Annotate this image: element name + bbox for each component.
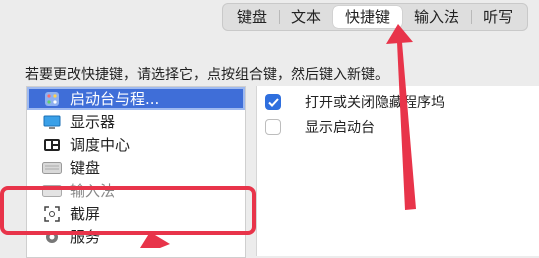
sidebar-item-label: 键盘: [70, 159, 101, 177]
tab-input-sources[interactable]: 输入法: [402, 6, 471, 28]
keyboard-icon: [42, 160, 62, 176]
tab-keyboard[interactable]: 键盘: [225, 6, 279, 28]
sidebar-item-mission-control[interactable]: 调度中心: [27, 133, 245, 156]
tab-bar: 键盘 文本 快捷键 输入法 听写: [222, 3, 529, 31]
tab-dictation[interactable]: 听写: [471, 6, 525, 28]
tab-shortcuts[interactable]: 快捷键: [333, 6, 403, 28]
sidebar-item-label: 调度中心: [70, 136, 131, 154]
checkmark-icon: [267, 97, 279, 107]
tab-text[interactable]: 文本: [279, 6, 333, 28]
sidebar-item-display[interactable]: 显示器: [27, 110, 245, 133]
checkbox-unchecked[interactable]: [265, 119, 281, 135]
checkbox-checked[interactable]: [265, 94, 281, 110]
annotation-highlight-box: [0, 186, 256, 235]
shortcut-label: 显示启动台: [305, 120, 375, 136]
instruction-text: 若要更改快捷键，请选择它，点按组合键，然后键入新键。: [25, 67, 389, 83]
sidebar-item-keyboard[interactable]: 键盘: [27, 156, 245, 179]
sidebar-item-label: 显示器: [70, 113, 116, 131]
sidebar-item-label: 启动台与程...: [70, 90, 160, 108]
launchpad-icon: [42, 91, 62, 107]
shortcut-list: 打开或关闭隐藏程序坞 显示启动台: [256, 86, 539, 256]
display-icon: [42, 114, 62, 130]
mission-control-icon: [42, 137, 62, 153]
shortcut-label: 打开或关闭隐藏程序坞: [305, 95, 445, 111]
shortcut-row[interactable]: 打开或关闭隐藏程序坞: [265, 92, 445, 112]
shortcut-row[interactable]: 显示启动台: [265, 117, 375, 137]
sidebar-item-launchpad[interactable]: 启动台与程...: [27, 87, 245, 110]
